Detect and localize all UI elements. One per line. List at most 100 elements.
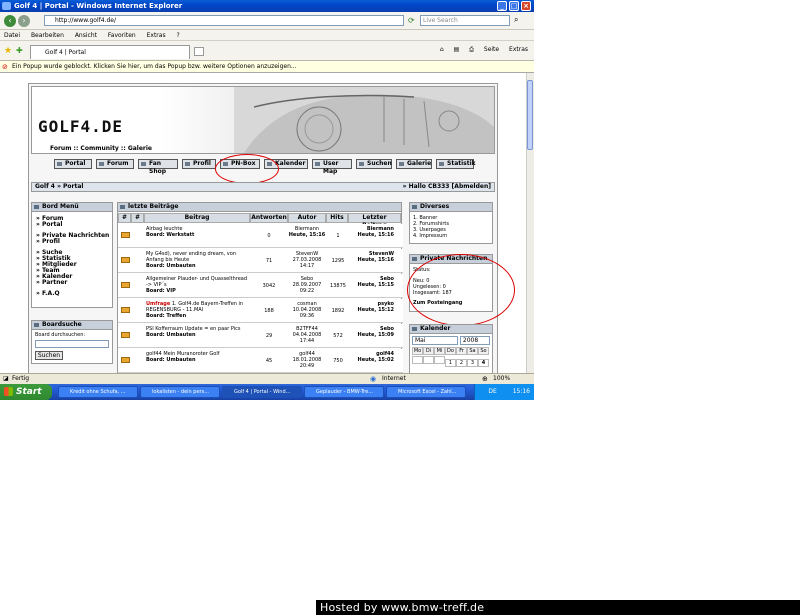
ie-icon xyxy=(2,2,11,10)
calendar-day[interactable]: 4 xyxy=(478,359,489,367)
tab-golf4-portal[interactable]: Golf 4 | Portal xyxy=(30,45,190,59)
thread-board[interactable]: Board: Umbauten xyxy=(146,357,196,363)
search-icon[interactable]: ⌕ xyxy=(514,15,518,25)
calendar-weekday: Mi xyxy=(434,347,445,355)
table-row[interactable]: Airbag leuchte Board: Werkstatt 0 Bierman… xyxy=(118,224,403,248)
nav-fan-shop[interactable]: Fan Shop xyxy=(138,159,178,175)
forward-icon[interactable]: › xyxy=(18,15,30,27)
home-icon[interactable]: ⌂ xyxy=(440,46,444,53)
diverses-link-impressum[interactable]: 4. Impressum xyxy=(413,233,489,239)
hosted-by-banner: Hosted by www.bmw-treff.de xyxy=(316,600,800,615)
refresh-icon[interactable]: ⟳ xyxy=(408,16,415,25)
table-row[interactable]: PSI Kofferraum Update = en paar Pics Boar… xyxy=(118,324,403,348)
thread-answers: 71 xyxy=(265,258,273,264)
thread-icon xyxy=(121,332,130,338)
calendar-day[interactable]: 2 xyxy=(456,359,467,367)
menu-bearbeiten[interactable]: Bearbeiten xyxy=(31,32,64,39)
menu-extras[interactable]: Extras xyxy=(147,32,166,39)
calendar-weekday: Do xyxy=(445,347,456,355)
page-viewport: GOLF4.DE Forum :: Community :: Galerie P… xyxy=(0,73,526,373)
command-bar: ⌂ ▤ ⎙ Seite Extras xyxy=(432,46,528,54)
search-input[interactable]: Live Search xyxy=(420,15,510,26)
zoom-level[interactable]: 100% xyxy=(493,374,510,384)
thread-date: 27.03.2008 14:17 xyxy=(292,257,322,269)
menu-help[interactable]: ? xyxy=(177,32,180,39)
language-indicator[interactable]: DE xyxy=(488,388,496,395)
thread-board[interactable]: Board: Treffen xyxy=(146,313,186,319)
calendar-weekday: Mo xyxy=(412,347,423,355)
board-search-input[interactable] xyxy=(35,340,109,348)
close-button[interactable]: × xyxy=(521,1,531,11)
taskbar-item-active[interactable]: Golf 4 | Portal - Wind... xyxy=(222,386,302,398)
thread-title[interactable]: My G4sd), never ending dream, von Anfang… xyxy=(146,251,236,263)
thread-icon xyxy=(121,232,130,238)
thread-answers: 29 xyxy=(265,333,273,339)
thread-icon xyxy=(121,257,130,263)
page-menu[interactable]: Seite xyxy=(484,46,499,53)
table-row[interactable]: Umfrage 1. Golf4.de Bayern-Treffen in RE… xyxy=(118,299,403,323)
taskbar-item[interactable]: lokalisten - dein pers... xyxy=(140,386,220,398)
menu-bar: Datei Bearbeiten Ansicht Favoriten Extra… xyxy=(0,30,534,41)
calendar-day xyxy=(412,356,423,364)
thread-board[interactable]: Board: Umbauten xyxy=(146,332,196,338)
nav-suchen[interactable]: Suchen xyxy=(356,159,392,169)
tab-title: Golf 4 | Portal xyxy=(45,49,86,56)
table-row[interactable]: Allgemeiner Plauder- und Quasselthread -… xyxy=(118,274,403,298)
calendar-month-select[interactable]: Mai xyxy=(412,336,458,345)
system-tray: DE 15:16 xyxy=(474,384,534,400)
last-post-date: Heute, 15:09 xyxy=(357,332,394,338)
menu-link-faq[interactable]: F.A.Q xyxy=(32,291,112,297)
last-post-date: Heute, 15:02 xyxy=(357,357,394,363)
site-banner: GOLF4.DE Forum :: Community :: Galerie xyxy=(31,86,495,154)
thread-title[interactable]: Allgemeiner Plauder- und Quasselthread -… xyxy=(146,276,247,288)
nav-forum[interactable]: Forum xyxy=(96,159,134,169)
thread-hits: 1892 xyxy=(331,308,345,314)
thread-board[interactable]: Board: VIP xyxy=(146,288,176,294)
new-tab-button[interactable] xyxy=(194,47,204,56)
extras-menu[interactable]: Extras xyxy=(509,46,528,53)
calendar-day[interactable]: 3 xyxy=(467,359,478,367)
windows-logo-icon xyxy=(4,387,13,396)
nav-profil[interactable]: Profil xyxy=(182,159,216,169)
table-row[interactable]: golf44 Mein Muranoroter Golf Board: Umbau… xyxy=(118,349,403,373)
latest-posts-title: letzte Beiträge xyxy=(118,203,401,212)
favorites-star-icon[interactable]: ★ xyxy=(4,46,12,56)
site-logo[interactable]: GOLF4.DE xyxy=(38,117,123,136)
start-button[interactable]: Start xyxy=(0,384,52,400)
add-favorite-icon[interactable]: ✚ xyxy=(16,46,23,55)
calendar-day[interactable]: 1 xyxy=(445,359,456,367)
menu-favoriten[interactable]: Favoriten xyxy=(108,32,136,39)
calendar-year: 2008 xyxy=(462,337,479,344)
feeds-icon[interactable]: ▤ xyxy=(454,46,460,53)
board-search-button[interactable]: Suchen xyxy=(35,351,63,360)
thread-board[interactable]: Board: Umbauten xyxy=(146,263,196,269)
start-label: Start xyxy=(16,387,42,397)
nav-portal[interactable]: Portal xyxy=(54,159,92,169)
taskbar-item[interactable]: Kredit ohne Schufa, ... xyxy=(58,386,138,398)
nav-galerie[interactable]: Galerie xyxy=(396,159,432,169)
menu-datei[interactable]: Datei xyxy=(4,32,20,39)
thread-hits: 1295 xyxy=(331,258,345,264)
popup-infobar[interactable]: ⊘ Ein Popup wurde geblockt. Klicken Sie … xyxy=(0,61,534,73)
taskbar-item[interactable]: Geplauder - BMW-Tre... xyxy=(304,386,384,398)
screenshot-window: Golf 4 | Portal - Windows Internet Explo… xyxy=(0,0,534,400)
back-icon[interactable]: ‹ xyxy=(4,15,16,27)
site-tagline: Forum :: Community :: Galerie xyxy=(50,145,153,152)
thread-hits: 750 xyxy=(333,358,343,364)
menu-ansicht[interactable]: Ansicht xyxy=(75,32,97,39)
maximize-button[interactable]: □ xyxy=(509,1,519,11)
thread-answers: 188 xyxy=(264,308,274,314)
table-row[interactable]: My G4sd), never ending dream, von Anfang… xyxy=(118,249,403,273)
nav-statistik[interactable]: Statistik xyxy=(436,159,476,169)
calendar-year-select[interactable]: 2008 xyxy=(459,336,490,345)
address-input[interactable]: http://www.golf4.de/ xyxy=(44,15,404,26)
zoom-icon[interactable]: ⊕ xyxy=(482,374,488,384)
print-icon[interactable]: ⎙ xyxy=(469,46,474,53)
user-greeting[interactable]: » Hallo CB333 [Abmelden] xyxy=(403,183,491,191)
taskbar-item[interactable]: Microsoft Excel - Zahl... xyxy=(386,386,466,398)
scrollbar-thumb[interactable] xyxy=(527,80,533,150)
thread-board[interactable]: Board: Werkstatt xyxy=(146,232,194,238)
nav-user-map[interactable]: User Map xyxy=(312,159,352,175)
breadcrumb-text[interactable]: Golf 4 » Portal xyxy=(35,183,83,190)
minimize-button[interactable]: _ xyxy=(497,1,507,11)
